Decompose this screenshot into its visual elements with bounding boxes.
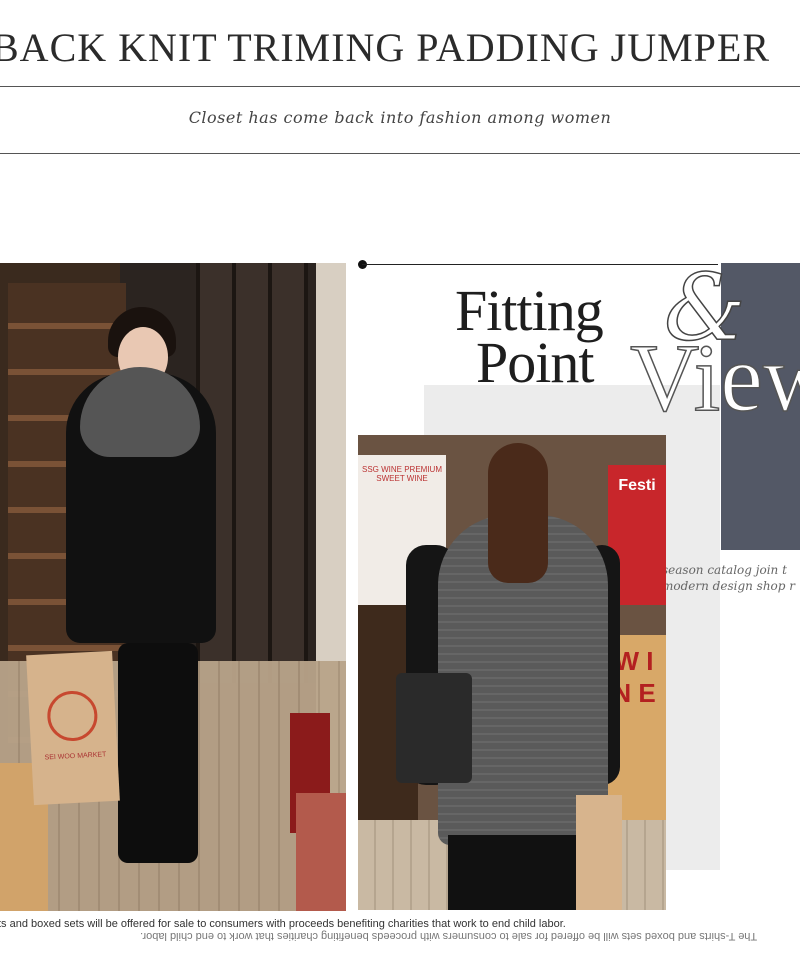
feature-heading-view: View [629,324,800,431]
model-front-photo: SEI WOO MARKET [0,263,346,911]
bag-text: SEI WOO MARKET [44,751,107,762]
model-legs [118,643,198,863]
festival-sign-text: Festi [618,477,656,494]
shopping-bag [576,795,622,910]
gift-box [296,793,346,911]
model-ponytail [488,443,548,583]
shopping-bag: SEI WOO MARKET [26,650,120,806]
script-caption: season catalog join t modern design shop… [662,563,796,593]
wine-sign-text: SSG WINE PREMIUM SWEET WINE [361,465,442,483]
shoulder-bag [396,673,472,783]
feature-heading-point: Point [476,330,594,395]
page-subtitle: Closet has come back into fashion among … [188,108,612,127]
footer-mirrored-text: The T-shirts and boxed sets will be offe… [140,930,758,942]
header-divider-bottom [0,153,800,154]
header-divider-top [0,86,800,87]
model-back-photo: SSG WINE PREMIUM SWEET WINE Festi W I N … [358,435,666,910]
model-legs [448,835,588,910]
bag-logo-icon [46,689,99,743]
footer-text: ts and boxed sets will be offered for sa… [0,918,566,930]
page-title: BACK KNIT TRIMING PADDING JUMPER [0,25,771,70]
